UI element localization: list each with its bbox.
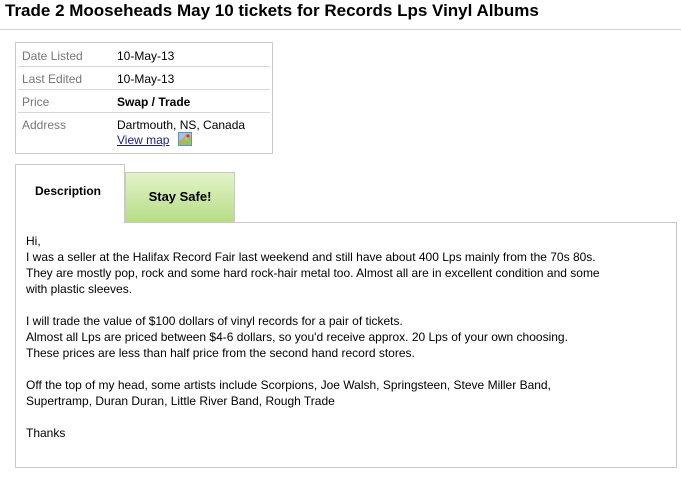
- date-listed-value: 10-May-13: [117, 49, 175, 63]
- map-icon[interactable]: [178, 132, 192, 146]
- description-paragraph: Off the top of my head, some artists inc…: [26, 378, 551, 408]
- listing-title: Trade 2 Mooseheads May 10 tickets for Re…: [5, 1, 539, 20]
- address-value: Dartmouth, NS, Canada: [117, 118, 246, 132]
- description-body: Hi, I was a seller at the Halifax Record…: [26, 233, 666, 457]
- tab-stay-safe-label: Stay Safe!: [148, 189, 212, 204]
- address-label: Address: [22, 118, 67, 132]
- tab-stay-safe[interactable]: Stay Safe!: [125, 172, 235, 222]
- title-divider: [0, 29, 681, 30]
- last-edited-row: Last Edited 10-May-13: [18, 66, 270, 90]
- tab-description[interactable]: Description: [15, 164, 125, 223]
- last-edited-label: Last Edited: [22, 72, 83, 86]
- description-paragraph: Hi, I was a seller at the Halifax Record…: [26, 234, 600, 296]
- price-value: Swap / Trade: [117, 95, 191, 109]
- view-map-link[interactable]: View map: [117, 133, 169, 147]
- address-row: Address Dartmouth, NS, Canada View map: [18, 112, 270, 152]
- price-row: Price Swap / Trade: [18, 89, 270, 113]
- tab-description-label: Description: [35, 184, 102, 198]
- last-edited-value: 10-May-13: [117, 72, 175, 86]
- listing-details-box: Date Listed 10-May-13 Last Edited 10-May…: [15, 42, 273, 154]
- description-paragraph: I will trade the value of $100 dollars o…: [26, 314, 568, 360]
- description-paragraph: Thanks: [26, 426, 66, 440]
- date-listed-row: Date Listed 10-May-13: [18, 43, 270, 67]
- price-label: Price: [22, 95, 50, 109]
- date-listed-label: Date Listed: [22, 49, 83, 63]
